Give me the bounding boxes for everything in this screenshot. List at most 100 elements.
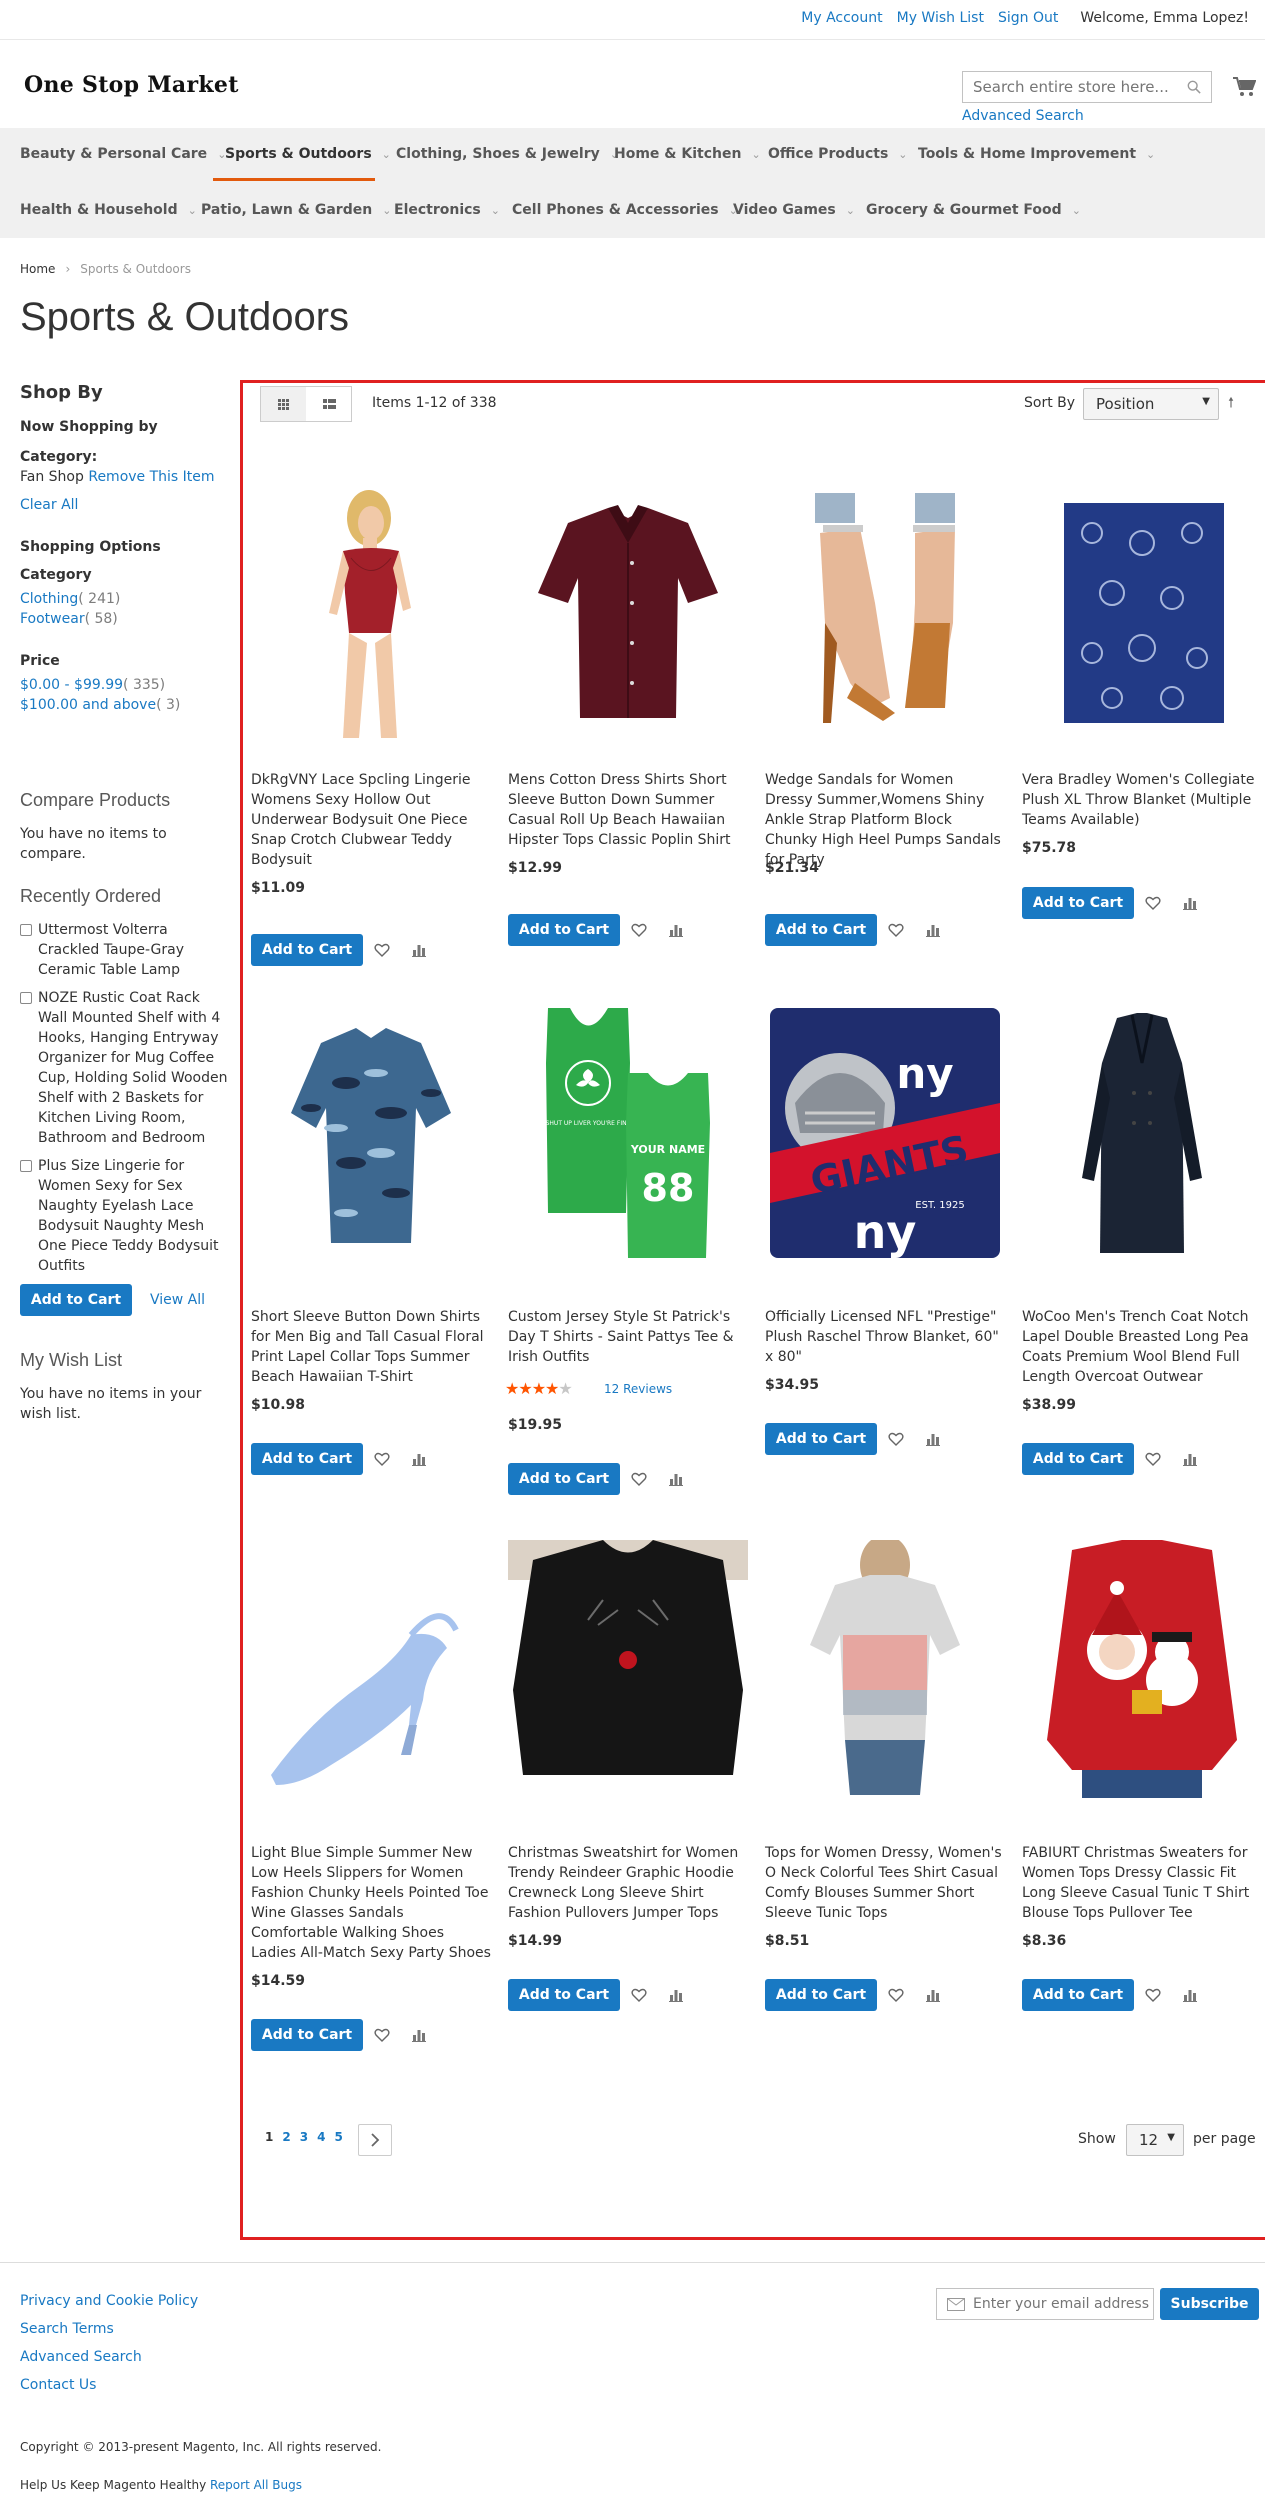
wishlist-heart-icon[interactable] <box>631 1471 647 1487</box>
add-to-cart-button[interactable]: Add to Cart <box>765 914 877 946</box>
add-to-cart-button[interactable]: Add to Cart <box>1022 1443 1134 1475</box>
compare-chart-icon[interactable] <box>925 1987 941 2003</box>
search-icon[interactable] <box>1187 80 1201 94</box>
wishlist-heart-icon[interactable] <box>1145 895 1161 911</box>
product-name[interactable]: Short Sleeve Button Down Shirts for Men … <box>251 1307 491 1387</box>
product-image[interactable] <box>765 483 1005 743</box>
product-image[interactable] <box>765 1540 1005 1800</box>
nav-beauty-personal-care[interactable]: Beauty & Personal Care ⌄ <box>20 146 226 162</box>
sign-out-link[interactable]: Sign Out <box>998 10 1058 26</box>
compare-chart-icon[interactable] <box>668 1987 684 2003</box>
nav-grocery-gourmet-food[interactable]: Grocery & Gourmet Food ⌄ <box>866 202 1081 218</box>
product-name[interactable]: Custom Jersey Style St Patrick's Day T S… <box>508 1307 748 1367</box>
page-link[interactable]: 5 <box>334 2130 342 2144</box>
page-link[interactable]: 4 <box>317 2130 325 2144</box>
product-name[interactable]: FABIURT Christmas Sweaters for Women Top… <box>1022 1843 1262 1923</box>
product-image[interactable] <box>251 1003 491 1263</box>
sort-by-select[interactable]: Position ▼ <box>1083 388 1219 420</box>
search-input[interactable] <box>963 72 1173 102</box>
category-option-clothing[interactable]: Clothing <box>20 591 78 607</box>
product-image[interactable]: SHUT UP LIVER YOU'RE FINE YOUR NAME 88 <box>508 1003 748 1263</box>
nav-patio-lawn-garden[interactable]: Patio, Lawn & Garden ⌄ <box>201 202 391 218</box>
nav-clothing-shoes-jewelry[interactable]: Clothing, Shoes & Jewelry ⌄ <box>396 146 619 162</box>
footer-advanced-search-link[interactable]: Advanced Search <box>20 2349 142 2365</box>
product-image[interactable] <box>1022 1540 1262 1800</box>
my-wish-list-link[interactable]: My Wish List <box>897 10 984 26</box>
wishlist-heart-icon[interactable] <box>888 1987 904 2003</box>
add-to-cart-button[interactable]: Add to Cart <box>251 2019 363 2051</box>
subscribe-button[interactable]: Subscribe <box>1160 2288 1259 2320</box>
add-to-cart-button[interactable]: Add to Cart <box>508 914 620 946</box>
product-name[interactable]: Officially Licensed NFL "Prestige" Plush… <box>765 1307 1005 1367</box>
wishlist-heart-icon[interactable] <box>374 1451 390 1467</box>
nav-sports-outdoors[interactable]: Sports & Outdoors ⌄ <box>225 146 391 162</box>
add-to-cart-button[interactable]: Add to Cart <box>1022 1979 1134 2011</box>
page-link[interactable]: 3 <box>300 2130 308 2144</box>
compare-chart-icon[interactable] <box>1182 1987 1198 2003</box>
wishlist-heart-icon[interactable] <box>888 1431 904 1447</box>
product-image[interactable] <box>508 1540 748 1800</box>
compare-chart-icon[interactable] <box>1182 1451 1198 1467</box>
nav-tools-home-improvement[interactable]: Tools & Home Improvement ⌄ <box>918 146 1155 162</box>
wishlist-heart-icon[interactable] <box>1145 1451 1161 1467</box>
product-image[interactable] <box>1022 1003 1262 1263</box>
add-to-cart-button[interactable]: Add to Cart <box>1022 887 1134 919</box>
my-account-link[interactable]: My Account <box>801 10 882 26</box>
wishlist-heart-icon[interactable] <box>888 922 904 938</box>
item-checkbox[interactable] <box>20 992 32 1004</box>
add-to-cart-button[interactable]: Add to Cart <box>765 1979 877 2011</box>
recently-ordered-add-to-cart-button[interactable]: Add to Cart <box>20 1284 132 1316</box>
wishlist-heart-icon[interactable] <box>1145 1987 1161 2003</box>
product-image[interactable]: ny GIANTS EST. 1925 ny <box>765 1003 1005 1263</box>
nav-home-kitchen[interactable]: Home & Kitchen ⌄ <box>614 146 761 162</box>
item-checkbox[interactable] <box>20 924 32 936</box>
add-to-cart-button[interactable]: Add to Cart <box>765 1423 877 1455</box>
compare-chart-icon[interactable] <box>1182 895 1198 911</box>
category-option-footwear[interactable]: Footwear <box>20 611 85 627</box>
report-bugs-link[interactable]: Report All Bugs <box>210 2478 302 2492</box>
add-to-cart-button[interactable]: Add to Cart <box>251 1443 363 1475</box>
reviews-link[interactable]: 12 Reviews <box>604 1382 672 1396</box>
product-image[interactable] <box>1022 483 1262 743</box>
footer-privacy-link[interactable]: Privacy and Cookie Policy <box>20 2293 198 2309</box>
limiter-select[interactable]: 12 ▼ <box>1126 2124 1184 2156</box>
compare-chart-icon[interactable] <box>411 1451 427 1467</box>
product-name[interactable]: Mens Cotton Dress Shirts Short Sleeve Bu… <box>508 770 748 850</box>
product-name[interactable]: Tops for Women Dressy, Women's O Neck Co… <box>765 1843 1005 1923</box>
compare-chart-icon[interactable] <box>668 922 684 938</box>
view-all-link[interactable]: View All <box>150 1290 205 1310</box>
wishlist-heart-icon[interactable] <box>374 942 390 958</box>
breadcrumb-home[interactable]: Home <box>20 262 55 276</box>
advanced-search-link[interactable]: Advanced Search <box>962 108 1084 124</box>
footer-search-terms-link[interactable]: Search Terms <box>20 2321 114 2337</box>
nav-electronics[interactable]: Electronics ⌄ <box>394 202 500 218</box>
newsletter-email-input[interactable] <box>937 2289 1153 2319</box>
compare-chart-icon[interactable] <box>925 1431 941 1447</box>
page-link[interactable]: 2 <box>282 2130 290 2144</box>
next-page-button[interactable] <box>358 2124 392 2156</box>
product-name[interactable]: DkRgVNY Lace Spcling Lingerie Womens Sex… <box>251 770 491 870</box>
clear-all-link[interactable]: Clear All <box>20 497 78 513</box>
list-view-icon[interactable] <box>307 387 352 421</box>
grid-view-icon[interactable] <box>261 387 306 421</box>
compare-chart-icon[interactable] <box>411 942 427 958</box>
compare-chart-icon[interactable] <box>925 922 941 938</box>
compare-chart-icon[interactable] <box>668 1471 684 1487</box>
item-checkbox[interactable] <box>20 1160 32 1172</box>
nav-cell-phones-accessories[interactable]: Cell Phones & Accessories ⌄ <box>512 202 738 218</box>
price-option-100-above[interactable]: $100.00 and above <box>20 697 156 713</box>
product-name[interactable]: Light Blue Simple Summer New Low Heels S… <box>251 1843 491 1963</box>
product-name[interactable]: Vera Bradley Women's Collegiate Plush XL… <box>1022 770 1262 830</box>
nav-health-household[interactable]: Health & Household ⌄ <box>20 202 197 218</box>
product-name[interactable]: Wedge Sandals for Women Dressy Summer,Wo… <box>765 770 1005 870</box>
product-name[interactable]: Christmas Sweatshirt for Women Trendy Re… <box>508 1843 748 1923</box>
add-to-cart-button[interactable]: Add to Cart <box>251 934 363 966</box>
cart-icon[interactable] <box>1232 76 1256 98</box>
sort-direction-icon[interactable]: 🠕 <box>1228 392 1234 416</box>
product-image[interactable] <box>251 1540 491 1800</box>
wishlist-heart-icon[interactable] <box>631 922 647 938</box>
add-to-cart-button[interactable]: Add to Cart <box>508 1463 620 1495</box>
product-name[interactable]: WoCoo Men's Trench Coat Notch Lapel Doub… <box>1022 1307 1262 1387</box>
nav-video-games[interactable]: Video Games ⌄ <box>733 202 855 218</box>
store-logo[interactable]: One Stop Market <box>24 72 239 98</box>
